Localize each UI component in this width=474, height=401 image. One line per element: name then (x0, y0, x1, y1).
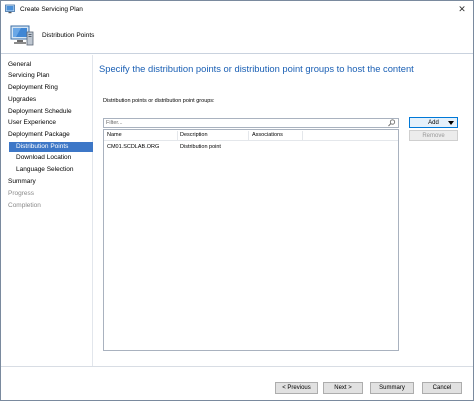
previous-button[interactable]: < Previous (275, 382, 318, 394)
page-title: Distribution Points (42, 32, 95, 39)
next-button[interactable]: Next > (323, 382, 363, 394)
dropdown-arrow-icon (448, 121, 454, 125)
cancel-button[interactable]: Cancel (422, 382, 462, 394)
search-icon[interactable] (387, 119, 396, 127)
wizard-nav: General Servicing Plan Deployment Ring U… (1, 55, 93, 366)
nav-item-general[interactable]: General (8, 60, 31, 70)
nav-item-user-experience[interactable]: User Experience (8, 118, 56, 128)
nav-item-deployment-ring[interactable]: Deployment Ring (8, 83, 58, 93)
app-icon (5, 4, 15, 14)
title-bar[interactable]: Create Servicing Plan ✕ (1, 1, 473, 17)
table-row[interactable]: CM01.SCDLAB.ORG Distribution point (104, 142, 398, 152)
nav-item-deployment-package[interactable]: Deployment Package (8, 130, 70, 140)
distribution-points-grid: Name Description Associations CM01.SCDLA… (103, 129, 399, 351)
wizard-footer: < Previous Next > Summary Cancel (1, 366, 473, 400)
filter-box (103, 118, 399, 128)
column-header-associations[interactable]: Associations (252, 132, 283, 138)
nav-item-distribution-points[interactable]: Distribution Points (9, 142, 93, 152)
add-button-label: Add (428, 119, 439, 126)
page-header: Distribution Points (1, 17, 473, 54)
column-separator[interactable] (248, 131, 249, 140)
wizard-window: Create Servicing Plan ✕ Distribution Poi… (0, 0, 474, 401)
nav-item-servicing-plan[interactable]: Servicing Plan (8, 71, 50, 81)
main-content: Specify the distribution points or distr… (93, 55, 473, 366)
close-button[interactable]: ✕ (455, 3, 469, 15)
cell-description: Distribution point (180, 144, 221, 150)
remove-button: Remove (409, 130, 458, 141)
page-heading: Specify the distribution points or distr… (99, 63, 414, 74)
nav-item-progress: Progress (8, 190, 35, 197)
nav-item-completion: Completion (8, 202, 41, 209)
computer-icon (10, 25, 34, 46)
grid-header: Name Description Associations (104, 130, 398, 141)
cell-name: CM01.SCDLAB.ORG (107, 144, 160, 150)
filter-input[interactable] (104, 119, 384, 127)
column-separator[interactable] (177, 131, 178, 140)
column-header-description[interactable]: Description (180, 132, 208, 138)
nav-item-language-selection[interactable]: Language Selection (16, 165, 73, 175)
nav-item-download-location[interactable]: Download Location (16, 153, 71, 163)
summary-button[interactable]: Summary (370, 382, 414, 394)
nav-item-upgrades[interactable]: Upgrades (8, 95, 36, 105)
nav-item-deployment-schedule[interactable]: Deployment Schedule (8, 107, 72, 117)
distribution-points-label: Distribution points or distribution poin… (103, 98, 215, 104)
add-button[interactable]: Add (409, 117, 458, 128)
column-header-name[interactable]: Name (107, 132, 122, 138)
nav-item-summary[interactable]: Summary (8, 177, 36, 187)
column-separator[interactable] (302, 131, 303, 140)
window-title: Create Servicing Plan (20, 5, 83, 13)
